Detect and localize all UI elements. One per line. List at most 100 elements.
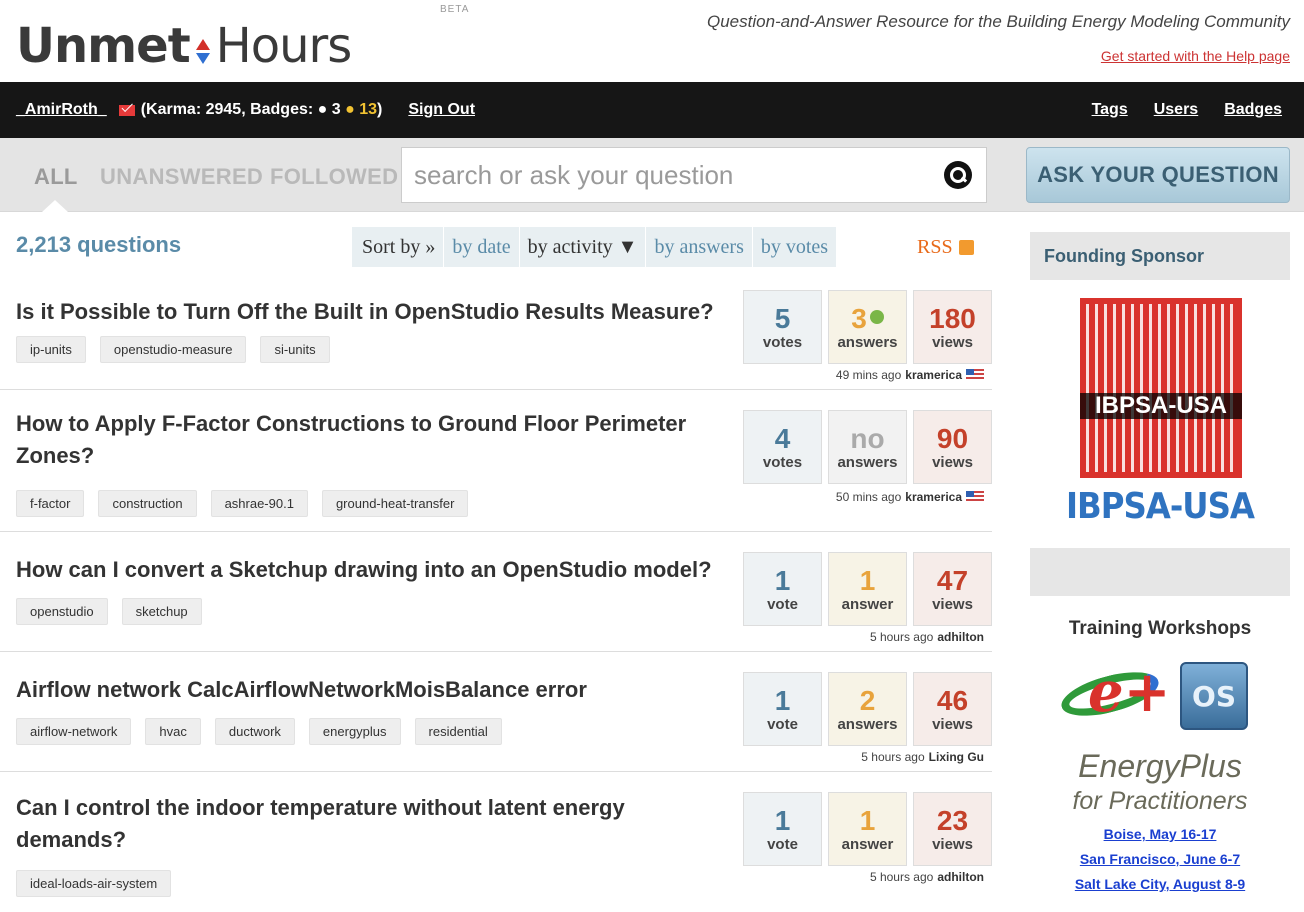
tag[interactable]: f-factor [16, 490, 85, 517]
tag[interactable]: airflow-network [16, 718, 132, 745]
answers-label: answers [837, 333, 898, 351]
views-label: views [932, 333, 973, 351]
question-stats: 1 vote 1 answer 47 views [743, 552, 992, 626]
views-label: views [932, 595, 973, 613]
site-tagline: Question-and-Answer Resource for the Bui… [706, 12, 1290, 31]
question-tags: f-factor construction ashrae-90.1 ground-he… [16, 490, 469, 517]
views-label: views [932, 835, 973, 853]
gold-badge-count: ● 13 [345, 101, 378, 118]
tag[interactable]: openstudio [16, 598, 108, 625]
tag[interactable]: ground-heat-transfer [321, 490, 469, 517]
question-title[interactable]: Can I control the indoor temperature wit… [16, 792, 716, 856]
tab-followed[interactable]: FOLLOWED [270, 164, 398, 190]
energyplus-logo-text: e+ [1088, 659, 1171, 725]
users-link[interactable]: Users [1154, 101, 1198, 119]
activity-user[interactable]: kramerica [905, 490, 962, 504]
workshop-links: Boise, May 16-17 San Francisco, June 6-7… [1030, 826, 1290, 892]
sort-by-date[interactable]: by date [443, 227, 518, 267]
training-logos[interactable]: e+ OS [1030, 654, 1290, 744]
answers-value: 1 [859, 564, 876, 596]
tag[interactable]: hvac [145, 718, 201, 745]
answers-value: 3 [851, 302, 867, 334]
answers-count: 1 [859, 804, 876, 836]
search-box [401, 147, 987, 203]
answers-box: 1 answer [828, 552, 907, 626]
openstudio-logo-icon: OS [1180, 662, 1248, 730]
tag[interactable]: construction [98, 490, 197, 517]
tab-all[interactable]: ALL [34, 164, 78, 190]
question-count: 2,213 questions [16, 232, 182, 257]
answers-count: 3 [851, 302, 884, 334]
rss-link[interactable]: RSS [917, 236, 974, 259]
sponsor-heading: Founding Sponsor [1030, 232, 1290, 280]
question-title[interactable]: Airflow network CalcAirflowNetworkMoisBa… [16, 674, 716, 706]
site-header: Unmet Hours BETA Question-and-Answer Res… [0, 0, 1304, 82]
votes-label: vote [767, 595, 798, 613]
tags-link[interactable]: Tags [1092, 101, 1128, 119]
views-box: 46 views [913, 672, 992, 746]
votes-count: 5 [774, 302, 791, 334]
views-box: 180 views [913, 290, 992, 364]
tag[interactable]: residential [414, 718, 502, 745]
sort-by-answers[interactable]: by answers [645, 227, 751, 267]
sponsor-logo[interactable]: IBPSA-USA IBPSA-USA [1050, 298, 1270, 528]
user-bar: _AmirRoth_ (Karma: 2945, Badges: ● 3 ● 1… [0, 82, 1304, 138]
activity-user[interactable]: adhilton [937, 870, 984, 884]
tag[interactable]: ip-units [16, 336, 86, 363]
tag[interactable]: sketchup [121, 598, 202, 625]
views-count: 180 [929, 302, 976, 334]
votes-box: 4 votes [743, 410, 822, 484]
question-title[interactable]: How to Apply F-Factor Constructions to G… [16, 408, 716, 472]
answers-label: answers [837, 453, 898, 471]
karma-text: (Karma: 2945, Badges: [140, 101, 318, 118]
ask-question-button[interactable]: ASK YOUR QUESTION [1026, 147, 1290, 203]
activity-time: 5 hours ago [869, 630, 934, 644]
tag[interactable]: ductwork [214, 718, 295, 745]
tag[interactable]: ashrae-90.1 [210, 490, 308, 517]
beta-badge: BETA [440, 4, 470, 15]
activity-time: 5 hours ago [861, 750, 925, 764]
badges-link[interactable]: Badges [1224, 101, 1282, 119]
sort-by-activity[interactable]: by activity ▼ [518, 227, 646, 267]
answers-box: 1 answer [828, 792, 907, 866]
help-link[interactable]: Get started with the Help page [1101, 48, 1290, 64]
search-icon[interactable] [944, 161, 972, 189]
nav-bar: ALL UNANSWERED FOLLOWED ASK YOUR QUESTIO… [0, 138, 1304, 212]
tab-unanswered[interactable]: UNANSWERED [100, 164, 263, 190]
site-logo[interactable]: Unmet Hours [16, 4, 352, 74]
us-flag-icon [966, 491, 984, 503]
answers-value: 1 [859, 804, 876, 836]
tag[interactable]: ideal-loads-air-system [16, 870, 172, 897]
tag[interactable]: energyplus [308, 718, 401, 745]
workshop-link-san-francisco[interactable]: San Francisco, June 6-7 [1030, 851, 1290, 867]
sidebar: Founding Sponsor IBPSA-USA IBPSA-USA Tra… [1030, 232, 1290, 901]
votes-label: vote [767, 715, 798, 733]
search-input[interactable] [402, 148, 902, 202]
logo-unmet: Unmet [16, 18, 191, 74]
question-activity: 5 hours ago adhilton [870, 630, 984, 644]
inbox-mail-icon[interactable] [118, 104, 135, 116]
workshop-link-salt-lake-city[interactable]: Salt Lake City, August 8-9 [1030, 876, 1290, 892]
sign-out-link[interactable]: Sign Out [408, 101, 475, 119]
username-link[interactable]: _AmirRoth_ [16, 101, 107, 119]
answers-count: 1 [859, 564, 876, 596]
question-title[interactable]: Is it Possible to Turn Off the Built in … [16, 296, 716, 328]
energyplus-title: EnergyPlus [1078, 748, 1242, 784]
sort-bar: Sort by » by date by activity ▼ by answe… [352, 227, 837, 267]
question-title[interactable]: How can I convert a Sketchup drawing int… [16, 554, 716, 586]
answers-label: answers [837, 715, 898, 733]
activity-user[interactable]: Lixing Gu [929, 750, 984, 764]
workshop-link-boise[interactable]: Boise, May 16-17 [1030, 826, 1290, 842]
question-row: How to Apply F-Factor Constructions to G… [0, 390, 992, 532]
views-label: views [932, 453, 973, 471]
votes-box: 1 vote [743, 792, 822, 866]
sponsor-logo-text: IBPSA-USA [1080, 393, 1242, 419]
activity-user[interactable]: adhilton [937, 630, 984, 644]
karma-badges: (Karma: 2945, Badges: ● 3 ● 13) [141, 101, 383, 119]
activity-user[interactable]: kramerica [905, 368, 962, 382]
us-flag-icon [966, 369, 984, 381]
tag[interactable]: si-units [260, 336, 330, 363]
karma-close: ) [377, 101, 383, 118]
sort-by-votes[interactable]: by votes [751, 227, 836, 267]
tag[interactable]: openstudio-measure [99, 336, 247, 363]
